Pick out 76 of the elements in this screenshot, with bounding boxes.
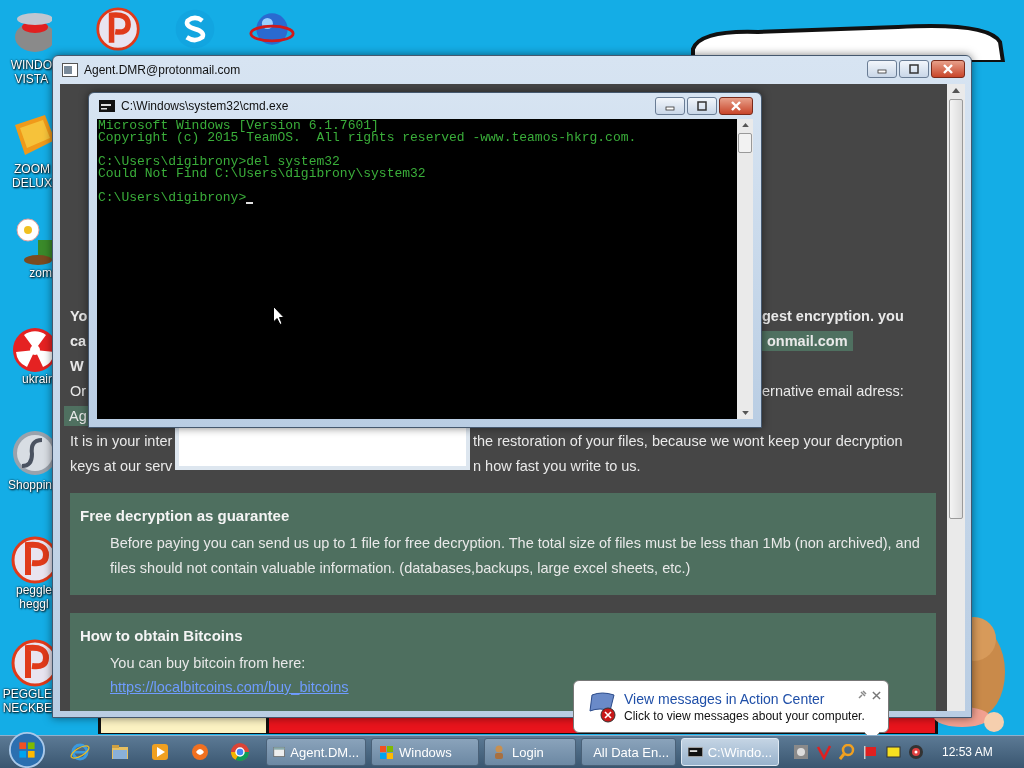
- scroll-thumb[interactable]: [738, 133, 752, 153]
- note-text: gest encryption. you: [762, 306, 904, 326]
- scrollbar[interactable]: [737, 119, 753, 419]
- taskbar-button[interactable]: Windows: [371, 738, 479, 766]
- down-arrow-icon[interactable]: [741, 411, 749, 415]
- close-button[interactable]: [931, 60, 965, 78]
- icon-label: ZOOM DELUX: [12, 162, 52, 190]
- flag-icon: [378, 744, 394, 760]
- maximize-icon: [697, 101, 707, 111]
- icon-label: ukrair: [22, 372, 52, 386]
- close-icon: [943, 64, 953, 74]
- note-icon[interactable]: [885, 744, 901, 760]
- swirl-icon[interactable]: [190, 742, 210, 762]
- maximize-button[interactable]: [687, 97, 717, 115]
- console-line: C:\Users\digibrony>: [98, 189, 247, 204]
- taskbar-button[interactable]: Agent.DM...: [266, 738, 366, 766]
- window-icon: [273, 744, 286, 760]
- speaker-icon[interactable]: [908, 744, 924, 760]
- media-player-icon[interactable]: [150, 742, 170, 762]
- console-line: C:\Users\digibrony>del system32: [98, 153, 340, 168]
- note-text: Or: [70, 381, 87, 401]
- flag-icon[interactable]: [862, 744, 878, 760]
- console-icon: [688, 744, 703, 760]
- console-icon: [99, 100, 115, 112]
- clock: 12:53 AM: [942, 745, 993, 759]
- close-icon: [731, 101, 741, 111]
- up-arrow-icon[interactable]: [741, 123, 749, 127]
- scrollbar[interactable]: [947, 84, 965, 711]
- scroll-thumb[interactable]: [949, 99, 963, 519]
- app-icon[interactable]: [793, 744, 809, 760]
- note-text: ca: [70, 331, 87, 351]
- up-arrow-icon[interactable]: [952, 88, 960, 93]
- taskbar-button[interactable]: Login: [484, 738, 576, 766]
- peggle-icon[interactable]: [95, 6, 141, 52]
- close-icon[interactable]: [872, 691, 881, 700]
- notification-text: Click to view messages about your computer.: [624, 708, 865, 723]
- panel-heading: How to obtain Bitcoins: [80, 626, 244, 646]
- console-line: Microsoft Windows [Version 6.1.7601]: [98, 120, 379, 132]
- close-button[interactable]: [719, 97, 753, 115]
- mouse-pointer-icon: [273, 306, 285, 325]
- note-text: ernative email adress:: [762, 381, 904, 401]
- browser-e-icon[interactable]: [70, 742, 90, 762]
- chrome-circle-icon[interactable]: [230, 742, 250, 762]
- taskbar-button[interactable]: C:\Windo...: [681, 738, 779, 766]
- start-button[interactable]: [8, 731, 46, 768]
- maximize-icon: [909, 64, 919, 74]
- window-icon: [62, 63, 78, 77]
- note-text: It is in your inter: [70, 431, 173, 451]
- window-title: C:\Windows\system32\cmd.exe: [121, 99, 289, 113]
- notification-title: View messages in Action Center: [624, 690, 825, 707]
- panel-text: You can buy bitcoin from here:: [109, 654, 307, 673]
- window-title: Agent.DMR@protonmail.com: [84, 63, 241, 77]
- note-text: onmail.com: [762, 330, 853, 351]
- notification-balloon[interactable]: View messages in Action Center Click to view messages about your computer.: [573, 680, 889, 733]
- pin-icon[interactable]: [857, 690, 867, 700]
- minimize-button[interactable]: [867, 60, 897, 78]
- taskbar-button[interactable]: All Data En...: [581, 738, 676, 766]
- icon-label: peggle heggl: [15, 583, 52, 611]
- console-line: Copyright (c) 2015 TeamOS. All rights reserved -www.teamos-hkrg.com.: [98, 132, 637, 144]
- maximize-button[interactable]: [899, 60, 929, 78]
- icon-label: zom: [29, 266, 52, 280]
- panel-text: Before paying you can send us up to 1 file for free decryption. The total size of files must be less than 1Mb (non archived), and files should not contain valuable information. (databases,backups, large excel sheets, etc.): [109, 534, 921, 578]
- panel-heading: Free decryption as guarantee: [80, 506, 291, 526]
- folder-icon[interactable]: [110, 742, 130, 762]
- note-text: n how fast you write to us.: [473, 456, 641, 476]
- icon-label: WINDO VISTA: [10, 58, 52, 86]
- icon-label: PEGGLE NECKBE: [2, 687, 52, 715]
- note-text: W: [70, 356, 84, 376]
- console-line: Could Not Find C:\Users\digibrony\system32: [98, 168, 426, 180]
- note-text: Yo: [70, 306, 88, 326]
- note-text: the restoration of your files, because we wont keep your decryption: [473, 431, 903, 451]
- icon-label: Shoppin: [7, 478, 52, 492]
- check-mark-icon[interactable]: [816, 744, 832, 760]
- note-text: keys at our serv: [70, 456, 173, 476]
- minimize-button[interactable]: [655, 97, 685, 115]
- magnifier-icon[interactable]: [839, 744, 855, 760]
